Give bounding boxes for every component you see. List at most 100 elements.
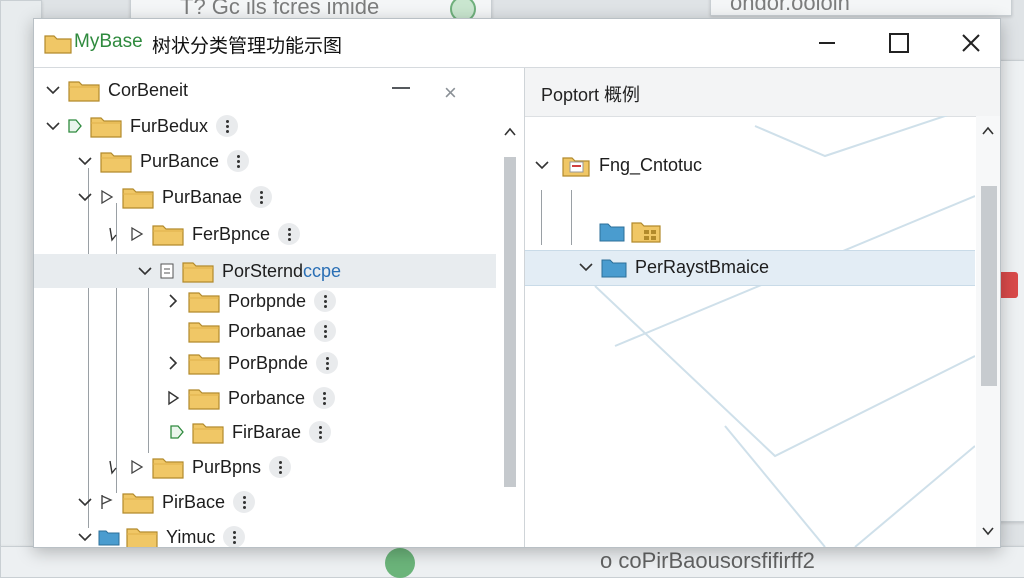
background-text-top: T? Gc ils fcres imide — [180, 0, 380, 19]
folder-icon — [100, 152, 132, 173]
tree-item[interactable]: FurBedux — [44, 109, 239, 143]
chevron-down-icon[interactable] — [136, 262, 154, 280]
tree-item[interactable]: PurBance — [76, 144, 250, 178]
chevron-down-icon[interactable] — [76, 152, 94, 170]
chevron-down-icon[interactable] — [76, 528, 94, 546]
tree-item-label: PorSterndccpe — [222, 260, 342, 281]
tree-item[interactable]: Porbance — [164, 381, 336, 415]
chevron-down-icon[interactable] — [76, 493, 94, 511]
more-options-button[interactable] — [216, 115, 239, 137]
tree-item-label: FerBpnce — [192, 223, 271, 244]
preview-item[interactable] — [599, 214, 669, 248]
more-options-button[interactable] — [313, 387, 336, 409]
pane-minimize-icon[interactable] — [392, 87, 410, 89]
tree-item[interactable]: Porbpnde — [164, 284, 337, 318]
scroll-up-icon[interactable] — [499, 121, 521, 143]
tree-item[interactable]: PorBpnde — [164, 346, 339, 380]
more-options-button[interactable] — [278, 223, 301, 245]
tree-item-label: FurBedux — [130, 115, 209, 136]
more-options-button[interactable] — [309, 421, 332, 443]
triangle-marker-icon — [131, 459, 144, 475]
tree-item[interactable]: PurBpns — [106, 450, 292, 484]
background-red-icon — [998, 272, 1018, 298]
triangle-marker-icon — [131, 226, 144, 242]
flag-icon — [101, 495, 113, 509]
chevron-down-icon[interactable] — [577, 258, 595, 276]
background-text-top-right: ondor.ooioin — [730, 0, 850, 15]
more-options-button[interactable] — [314, 320, 337, 342]
scroll-up-icon[interactable] — [977, 120, 999, 142]
folder-icon — [90, 117, 122, 138]
more-options-button[interactable] — [233, 491, 256, 513]
more-options-button[interactable] — [316, 352, 339, 374]
folder-icon — [192, 423, 224, 444]
preview-scroll-thumb[interactable] — [981, 186, 997, 386]
tree-item[interactable]: Porbanae — [164, 314, 337, 348]
document-icon — [160, 263, 174, 279]
chevron-placeholder — [164, 322, 182, 340]
app-description: 树状分类管理功能示图 — [152, 36, 343, 57]
more-options-button[interactable] — [227, 150, 250, 172]
tag-icon — [68, 119, 82, 133]
tree-item[interactable]: Yimuc — [76, 520, 246, 547]
blue-folder-icon — [599, 223, 625, 242]
preview-header: Poptort 概例 — [525, 68, 1000, 117]
preview-scrollbar[interactable] — [976, 116, 1000, 547]
tree-item-label: PurBance — [140, 150, 220, 171]
close-icon — [962, 34, 980, 52]
chevron-down-icon[interactable] — [76, 188, 94, 206]
folder-icon — [122, 188, 154, 209]
tree-item-label: PurBanae — [162, 186, 243, 207]
more-options-button[interactable] — [223, 526, 246, 547]
tree-item[interactable]: PurBanae — [76, 180, 273, 214]
chevron-right-icon[interactable] — [164, 354, 182, 372]
maximize-button[interactable] — [876, 27, 922, 59]
folder-icon — [152, 225, 184, 246]
folder-icon — [182, 262, 214, 283]
more-options-button[interactable] — [250, 186, 273, 208]
tree-item-label: PurBpns — [192, 456, 262, 477]
app-name: MyBase — [74, 31, 143, 52]
background-text-bottom: o coPirBaousorsfifirff2 — [600, 548, 815, 573]
more-options-button[interactable] — [314, 290, 337, 312]
minimize-button[interactable] — [804, 27, 850, 59]
tree-item-label: FirBarae — [232, 421, 302, 442]
tree-item[interactable]: FerBpnce — [106, 217, 301, 251]
chevron-down-icon[interactable] — [533, 156, 551, 174]
chevron-right-icon[interactable] — [164, 292, 182, 310]
tree-item-label-highlight: ccpe — [303, 260, 342, 281]
tree-scroll-thumb[interactable] — [504, 157, 516, 487]
folder-icon — [188, 322, 220, 343]
folder-icon — [188, 389, 220, 410]
background-green-icon — [385, 548, 415, 578]
preview-pane: Poptort 概例 Fng_Cntotuc PerRaystBmaice — [525, 68, 1000, 547]
folder-icon — [152, 458, 184, 479]
preview-item-label: PerRaystBmaice — [635, 256, 770, 277]
folder-icon — [126, 528, 158, 547]
preview-item-label: Fng_Cntotuc — [599, 154, 703, 175]
tree-item[interactable]: CorBeneit — [44, 73, 188, 107]
tree-item[interactable]: FirBarae — [146, 415, 332, 449]
tree-item-label: PirBace — [162, 491, 226, 512]
chevron-down-icon[interactable] — [44, 81, 62, 99]
triangle-marker-icon — [101, 189, 114, 205]
folder-grid-icon — [631, 222, 661, 243]
tree-item-label: Porbance — [228, 387, 306, 408]
close-button[interactable] — [948, 27, 994, 59]
category-tree-pane: × CorBeneit FurBedux PurBance PurBanae FerBp… — [34, 68, 524, 547]
tree-item[interactable]: PorSterndccpe — [136, 254, 341, 288]
preview-item[interactable]: PerRaystBmaice — [577, 250, 769, 284]
folder-doc-icon — [562, 157, 590, 177]
tag-icon — [170, 425, 184, 439]
pane-close-icon[interactable]: × — [444, 80, 457, 106]
tree-scrollbar[interactable] — [499, 117, 521, 547]
expand-triangle-icon[interactable] — [164, 389, 182, 407]
folder-icon — [68, 81, 100, 102]
folder-icon — [188, 354, 220, 375]
preview-item[interactable]: Fng_Cntotuc — [533, 148, 702, 182]
chevron-down-icon[interactable] — [44, 117, 62, 135]
blue-folder-icon — [98, 530, 120, 546]
scroll-down-icon[interactable] — [977, 520, 999, 542]
tree-item[interactable]: PirBace — [76, 485, 256, 519]
more-options-button[interactable] — [269, 456, 292, 478]
